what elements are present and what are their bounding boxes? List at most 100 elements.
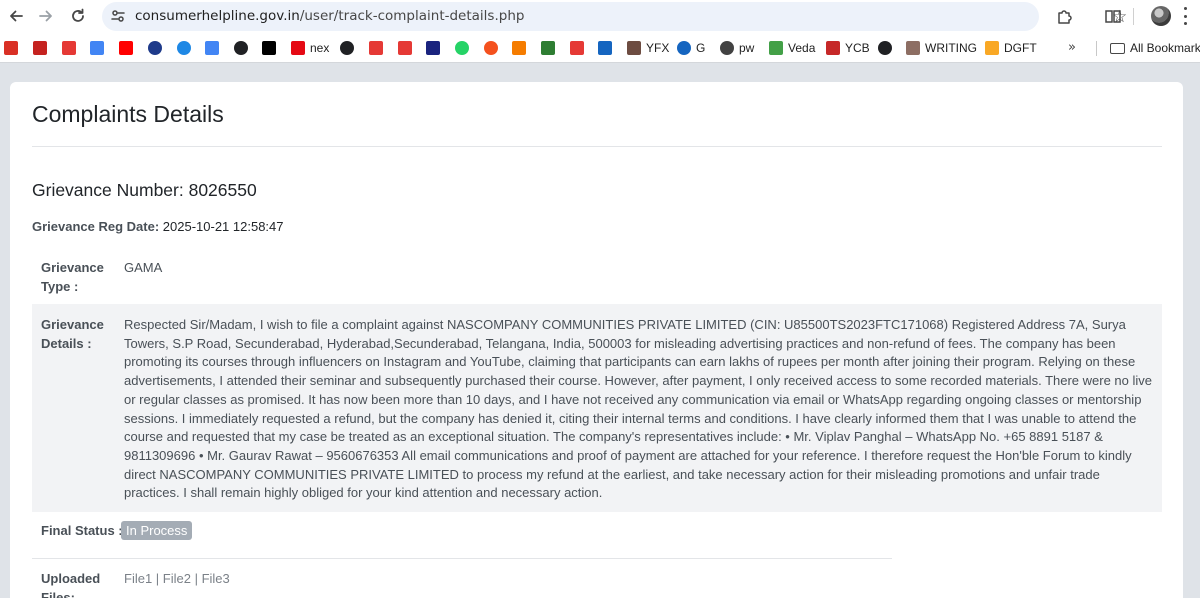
bookmark-item[interactable]: YCB xyxy=(826,40,870,56)
bookmark-item[interactable] xyxy=(205,40,219,56)
uploaded-files-label: Uploaded Files: xyxy=(41,571,101,598)
grievance-reg-date: Grievance Reg Date: 2025-10-21 12:58:47 xyxy=(32,219,284,234)
bookmark-item[interactable]: DGFT xyxy=(985,40,1037,56)
forward-arrow-icon[interactable] xyxy=(34,4,58,28)
bookmark-favicon-icon xyxy=(484,41,498,55)
url-text: consumerhelpline.gov.in/user/track-compl… xyxy=(135,8,524,24)
file-link[interactable]: File3 xyxy=(202,571,230,586)
bookmark-favicon-icon xyxy=(769,41,783,55)
page-title: Complaints Details xyxy=(32,101,224,127)
profile-avatar[interactable] xyxy=(1151,6,1171,26)
bookmark-favicon-icon xyxy=(570,41,584,55)
bookmark-favicon-icon xyxy=(62,41,76,55)
bookmark-item[interactable] xyxy=(234,40,248,56)
bookmark-item[interactable] xyxy=(541,40,555,56)
url-path: /user/track-complaint-details.php xyxy=(299,8,525,24)
bookmark-item[interactable] xyxy=(262,40,276,56)
status-divider xyxy=(32,558,892,559)
bookmark-favicon-icon xyxy=(205,41,219,55)
bookmark-item[interactable]: Veda xyxy=(769,40,815,56)
bookmark-favicon-icon xyxy=(598,41,612,55)
bookmarks-divider xyxy=(1096,41,1097,56)
bookmark-favicon-icon xyxy=(262,41,276,55)
extensions-puzzle-icon[interactable] xyxy=(1055,6,1075,26)
reading-list-icon[interactable] xyxy=(1103,6,1123,26)
bookmark-label: YFX xyxy=(646,41,670,55)
bookmark-favicon-icon xyxy=(369,41,383,55)
reg-date-label: Grievance Reg Date: xyxy=(32,219,160,234)
back-arrow-icon[interactable] xyxy=(4,4,28,28)
bookmark-item[interactable]: nex xyxy=(291,40,329,56)
bookmark-item[interactable]: WRITING xyxy=(906,40,977,56)
bookmark-favicon-icon xyxy=(878,41,892,55)
complaint-details-card: Complaints Details Grievance Number: 802… xyxy=(10,82,1183,598)
bookmark-favicon-icon xyxy=(177,41,191,55)
all-bookmarks-button[interactable]: All Bookmarks xyxy=(1110,40,1200,56)
bookmark-favicon-icon xyxy=(90,41,104,55)
file-separator: | xyxy=(152,571,163,586)
folder-icon xyxy=(1110,42,1125,54)
all-bookmarks-label: All Bookmarks xyxy=(1130,41,1200,55)
browser-menu-icon[interactable] xyxy=(1184,7,1188,25)
bookmark-item[interactable] xyxy=(119,40,133,56)
grievance-details-label: Grievance Details : xyxy=(41,317,104,351)
bookmark-item[interactable] xyxy=(484,40,498,56)
site-settings-icon[interactable] xyxy=(110,8,126,24)
bookmark-item[interactable] xyxy=(598,40,612,56)
bookmark-label: Veda xyxy=(788,41,816,55)
bookmark-item[interactable] xyxy=(148,40,162,56)
bookmark-item[interactable] xyxy=(90,40,104,56)
bookmark-label: DGFT xyxy=(1004,41,1037,55)
bookmark-favicon-icon xyxy=(119,41,133,55)
grievance-number: Grievance Number: 8026550 xyxy=(32,180,257,200)
bookmark-item[interactable] xyxy=(455,40,469,56)
bookmark-item[interactable] xyxy=(177,40,191,56)
bookmark-favicon-icon xyxy=(985,41,999,55)
bookmark-label: WRITING xyxy=(925,41,977,55)
bookmark-item[interactable] xyxy=(33,40,47,56)
reg-date-value: 2025-10-21 12:58:47 xyxy=(159,219,284,234)
bookmark-item[interactable] xyxy=(398,40,412,56)
grievance-details-text: Respected Sir/Madam, I wish to file a co… xyxy=(124,317,1153,501)
bookmark-favicon-icon xyxy=(4,41,18,55)
bookmark-favicon-icon xyxy=(720,41,734,55)
browser-toolbar: consumerhelpline.gov.in/user/track-compl… xyxy=(0,0,1200,33)
bookmark-item[interactable] xyxy=(570,40,584,56)
bookmark-item[interactable] xyxy=(62,40,76,56)
file-link[interactable]: File2 xyxy=(163,571,191,586)
bookmark-item[interactable] xyxy=(4,40,18,56)
more-bookmarks-chevron-icon[interactable]: » xyxy=(1068,40,1076,55)
bookmark-item[interactable] xyxy=(878,40,892,56)
bookmark-favicon-icon xyxy=(291,41,305,55)
bookmark-item[interactable] xyxy=(426,40,440,56)
grievance-type-value: GAMA xyxy=(124,260,163,275)
bookmark-favicon-icon xyxy=(512,41,526,55)
grievance-type-label: Grievance Type : xyxy=(41,260,104,294)
title-divider xyxy=(32,146,1162,147)
bookmark-favicon-icon xyxy=(455,41,469,55)
bookmark-favicon-icon xyxy=(426,41,440,55)
bookmark-item[interactable]: YFX xyxy=(627,40,669,56)
address-bar[interactable]: consumerhelpline.gov.in/user/track-compl… xyxy=(102,2,1127,31)
status-badge: In Process xyxy=(121,521,193,540)
bookmark-favicon-icon xyxy=(33,41,47,55)
bookmark-item[interactable] xyxy=(512,40,526,56)
uploaded-files-list: File1 | File2 | File3 xyxy=(124,571,230,586)
bookmark-favicon-icon xyxy=(340,41,354,55)
file-link[interactable]: File1 xyxy=(124,571,152,586)
bookmark-favicon-icon xyxy=(826,41,840,55)
bookmark-item[interactable]: G xyxy=(677,40,705,56)
bookmark-favicon-icon xyxy=(148,41,162,55)
file-separator: | xyxy=(190,571,202,586)
bookmark-item[interactable] xyxy=(369,40,383,56)
bookmark-label: pw xyxy=(739,41,755,55)
bookmark-favicon-icon xyxy=(627,41,641,55)
bookmark-favicon-icon xyxy=(906,41,920,55)
bookmark-favicon-icon xyxy=(234,41,248,55)
bookmark-item[interactable]: pw xyxy=(720,40,754,56)
url-host: consumerhelpline.gov.in xyxy=(135,8,300,24)
reload-icon[interactable] xyxy=(66,4,90,28)
bookmark-favicon-icon xyxy=(677,41,691,55)
toolbar-divider xyxy=(1133,8,1134,25)
bookmark-item[interactable] xyxy=(340,40,354,56)
